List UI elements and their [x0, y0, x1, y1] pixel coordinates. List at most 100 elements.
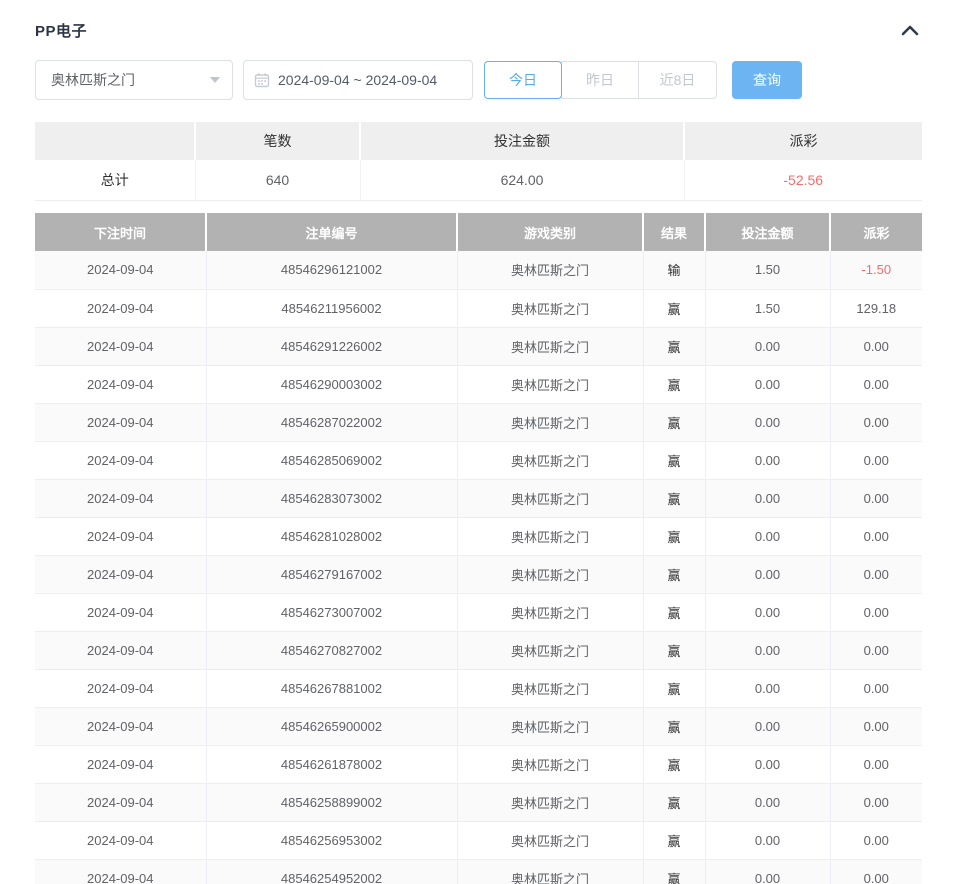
cell-bet-amount: 0.00	[705, 441, 830, 479]
chevron-up-icon	[900, 23, 920, 37]
cell-game-category: 奥林匹斯之门	[457, 669, 643, 707]
table-row: 2024-09-04 48546287022002 奥林匹斯之门 赢 0.00 …	[35, 403, 922, 441]
table-row: 2024-09-04 48546273007002 奥林匹斯之门 赢 0.00 …	[35, 593, 922, 631]
cell-game-category: 奥林匹斯之门	[457, 479, 643, 517]
cell-bet-amount: 0.00	[705, 859, 830, 884]
cell-bet-amount: 0.00	[705, 593, 830, 631]
pp-electronic-panel: PP电子 奥林匹斯之门	[0, 0, 957, 884]
cell-result: 赢	[643, 327, 705, 365]
table-row: 2024-09-04 48546285069002 奥林匹斯之门 赢 0.00 …	[35, 441, 922, 479]
cell-game-category: 奥林匹斯之门	[457, 403, 643, 441]
cell-bet-time: 2024-09-04	[35, 859, 206, 884]
cell-order-number: 48546296121002	[206, 251, 457, 289]
cell-payout: 0.00	[830, 403, 922, 441]
header-game-category: 游戏类别	[457, 213, 643, 251]
table-row: 2024-09-04 48546290003002 奥林匹斯之门 赢 0.00 …	[35, 365, 922, 403]
cell-order-number: 48546258899002	[206, 783, 457, 821]
cell-bet-amount: 0.00	[705, 707, 830, 745]
table-row: 2024-09-04 48546261878002 奥林匹斯之门 赢 0.00 …	[35, 745, 922, 783]
cell-order-number: 48546270827002	[206, 631, 457, 669]
cell-game-category: 奥林匹斯之门	[457, 555, 643, 593]
cell-bet-time: 2024-09-04	[35, 251, 206, 289]
cell-bet-amount: 0.00	[705, 403, 830, 441]
summary-total-row: 总计 640 624.00 -52.56	[35, 160, 922, 200]
summary-total-label: 总计	[35, 160, 195, 200]
cell-payout: 0.00	[830, 593, 922, 631]
cell-payout: 0.00	[830, 859, 922, 884]
quick-filter-group: 今日昨日近8日	[484, 61, 717, 99]
game-select-value: 奥林匹斯之门	[51, 70, 210, 90]
cell-bet-time: 2024-09-04	[35, 327, 206, 365]
cell-result: 赢	[643, 631, 705, 669]
cell-bet-time: 2024-09-04	[35, 745, 206, 783]
collapse-panel-button[interactable]	[898, 18, 922, 42]
cell-result: 赢	[643, 555, 705, 593]
cell-bet-amount: 0.00	[705, 745, 830, 783]
cell-payout: 0.00	[830, 631, 922, 669]
cell-bet-amount: 0.00	[705, 669, 830, 707]
cell-payout: 0.00	[830, 707, 922, 745]
cell-order-number: 48546291226002	[206, 327, 457, 365]
search-button[interactable]: 查询	[732, 61, 802, 99]
table-row: 2024-09-04 48546258899002 奥林匹斯之门 赢 0.00 …	[35, 783, 922, 821]
cell-order-number: 48546256953002	[206, 821, 457, 859]
cell-payout: 0.00	[830, 783, 922, 821]
cell-bet-amount: 0.00	[705, 517, 830, 555]
cell-bet-time: 2024-09-04	[35, 555, 206, 593]
cell-game-category: 奥林匹斯之门	[457, 859, 643, 884]
cell-result: 赢	[643, 365, 705, 403]
cell-order-number: 48546254952002	[206, 859, 457, 884]
game-select[interactable]: 奥林匹斯之门	[35, 60, 233, 100]
panel-title: PP电子	[35, 20, 87, 41]
summary-header-row: 笔数 投注金额 派彩	[35, 122, 922, 160]
cell-result: 赢	[643, 479, 705, 517]
cell-bet-time: 2024-09-04	[35, 669, 206, 707]
cell-result: 输	[643, 251, 705, 289]
cell-game-category: 奥林匹斯之门	[457, 631, 643, 669]
cell-bet-amount: 0.00	[705, 365, 830, 403]
summary-table: 笔数 投注金额 派彩 总计 640 624.00 -52.56	[35, 122, 922, 201]
cell-payout: 0.00	[830, 745, 922, 783]
cell-game-category: 奥林匹斯之门	[457, 251, 643, 289]
cell-bet-time: 2024-09-04	[35, 403, 206, 441]
cell-order-number: 48546281028002	[206, 517, 457, 555]
summary-total-bet-amount: 624.00	[360, 160, 684, 200]
cell-result: 赢	[643, 289, 705, 327]
cell-result: 赢	[643, 593, 705, 631]
date-range-picker[interactable]: 2024-09-04 ~ 2024-09-04	[243, 60, 473, 100]
table-row: 2024-09-04 48546283073002 奥林匹斯之门 赢 0.00 …	[35, 479, 922, 517]
quick-filter-button[interactable]: 近8日	[638, 61, 717, 99]
table-row: 2024-09-04 48546256953002 奥林匹斯之门 赢 0.00 …	[35, 821, 922, 859]
quick-filter-button[interactable]: 昨日	[561, 61, 639, 99]
table-row: 2024-09-04 48546281028002 奥林匹斯之门 赢 0.00 …	[35, 517, 922, 555]
cell-game-category: 奥林匹斯之门	[457, 365, 643, 403]
bet-records-table: 下注时间 注单编号 游戏类别 结果 投注金额 派彩 2024-09-04 485…	[35, 213, 922, 884]
summary-total-payout: -52.56	[684, 160, 922, 200]
cell-order-number: 48546290003002	[206, 365, 457, 403]
cell-bet-time: 2024-09-04	[35, 441, 206, 479]
cell-order-number: 48546211956002	[206, 289, 457, 327]
cell-payout: 0.00	[830, 327, 922, 365]
cell-game-category: 奥林匹斯之门	[457, 821, 643, 859]
cell-bet-time: 2024-09-04	[35, 289, 206, 327]
cell-result: 赢	[643, 441, 705, 479]
table-header-row: 下注时间 注单编号 游戏类别 结果 投注金额 派彩	[35, 213, 922, 251]
cell-order-number: 48546279167002	[206, 555, 457, 593]
filter-bar: 奥林匹斯之门 2024-09-04 ~ 2024-09-04 今日昨日	[35, 60, 922, 100]
table-row: 2024-09-04 48546265900002 奥林匹斯之门 赢 0.00 …	[35, 707, 922, 745]
cell-order-number: 48546265900002	[206, 707, 457, 745]
cell-order-number: 48546283073002	[206, 479, 457, 517]
cell-bet-time: 2024-09-04	[35, 593, 206, 631]
cell-bet-time: 2024-09-04	[35, 365, 206, 403]
table-row: 2024-09-04 48546291226002 奥林匹斯之门 赢 0.00 …	[35, 327, 922, 365]
cell-result: 赢	[643, 821, 705, 859]
cell-payout: 0.00	[830, 441, 922, 479]
header-result: 结果	[643, 213, 705, 251]
cell-game-category: 奥林匹斯之门	[457, 441, 643, 479]
quick-filter-button[interactable]: 今日	[484, 61, 562, 99]
header-payout: 派彩	[830, 213, 922, 251]
cell-order-number: 48546267881002	[206, 669, 457, 707]
cell-bet-time: 2024-09-04	[35, 783, 206, 821]
cell-order-number: 48546285069002	[206, 441, 457, 479]
cell-payout: 129.18	[830, 289, 922, 327]
